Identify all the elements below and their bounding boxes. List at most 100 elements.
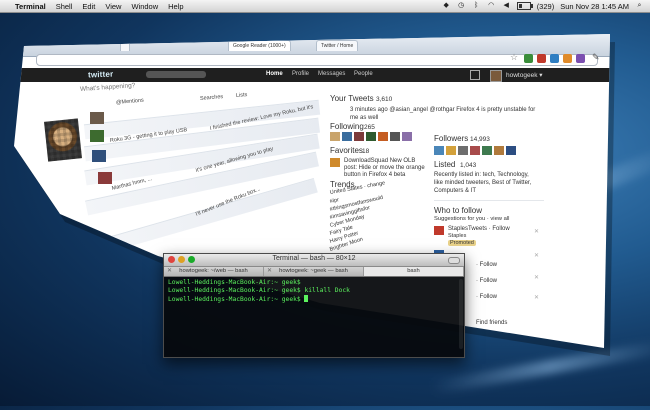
divider <box>434 200 544 201</box>
wrench-icon[interactable]: ✎ <box>592 52 600 63</box>
suggestion-name[interactable]: · Follow <box>476 278 497 284</box>
favorite-tweet[interactable]: DownloadSquad New OLB <box>344 158 415 164</box>
avatar <box>90 112 104 124</box>
toolbar-toggle-button[interactable] <box>448 257 460 264</box>
extension-icon[interactable] <box>563 54 572 63</box>
follower-avatar[interactable] <box>446 146 456 155</box>
who-to-follow-label: Who to follow <box>434 206 483 215</box>
listed-text[interactable]: Computers & IT <box>434 188 476 194</box>
terminal-line: Lowell-Heddings-MacBook-Air:~ geek$ <box>168 279 301 286</box>
nav-people[interactable]: People <box>354 71 373 77</box>
dismiss-icon[interactable]: ✕ <box>534 274 539 281</box>
timeline-tab-lists[interactable]: Lists <box>236 92 248 99</box>
follower-avatar[interactable] <box>434 146 444 155</box>
avatar <box>90 130 104 142</box>
following-avatar[interactable] <box>354 132 364 141</box>
trend-item[interactable]: #ipr <box>329 197 339 205</box>
terminal-tab-label: bash <box>407 268 420 274</box>
who-to-follow-links[interactable]: Suggestions for you · view all <box>434 216 509 222</box>
extension-icon[interactable] <box>524 54 533 63</box>
browser-tab-twitter[interactable]: Twitter / Home <box>316 40 359 51</box>
compose-icon[interactable] <box>470 70 480 80</box>
following-avatar[interactable] <box>366 132 376 141</box>
dropbox-icon[interactable]: ◆ <box>442 2 451 10</box>
avatar <box>92 150 106 162</box>
battery-icon[interactable] <box>516 2 533 10</box>
clock[interactable]: Sun Nov 28 1:45 AM <box>560 2 629 11</box>
terminal-output[interactable]: Lowell-Heddings-MacBook-Air:~ geek$ Lowe… <box>164 277 464 355</box>
followers-count[interactable]: 14,993 <box>470 136 490 143</box>
suggestion-name[interactable]: · Follow <box>476 294 497 300</box>
menu-app-name[interactable]: Terminal <box>15 2 46 11</box>
nav-home[interactable]: Home <box>266 71 283 77</box>
timeline-tab-mentions[interactable]: @Mentions <box>116 98 144 106</box>
terminal-tab[interactable]: ✕ howtogeek: ~/web — bash <box>164 267 264 276</box>
dismiss-icon[interactable]: ✕ <box>534 252 539 259</box>
nav-profile[interactable]: Profile <box>292 71 309 77</box>
close-tab-icon[interactable]: ✕ <box>267 267 272 276</box>
suggestion-name[interactable]: StaplesTweets · Follow <box>448 226 510 232</box>
bookmark-star-icon[interactable]: ☆ <box>510 52 518 63</box>
menu-bar: Terminal Shell Edit View Window Help ◆ ◷… <box>0 0 650 13</box>
suggestion-name[interactable]: · Follow <box>476 262 497 268</box>
following-count[interactable]: 265 <box>364 124 375 131</box>
extension-icon[interactable] <box>537 54 546 63</box>
close-tab-icon[interactable]: ✕ <box>167 267 172 276</box>
favorites-count[interactable]: 18 <box>362 148 369 155</box>
promoted-badge: Promoted <box>448 240 476 246</box>
twitter-logo[interactable]: twitter <box>88 70 114 80</box>
spotlight-icon[interactable]: ⌕ <box>635 2 644 10</box>
terminal-prompt: Lowell-Heddings-MacBook-Air:~ geek$ <box>168 296 301 303</box>
follower-avatar[interactable] <box>506 146 516 155</box>
twitter-search-input[interactable] <box>146 71 206 78</box>
following-label[interactable]: Following <box>330 122 364 131</box>
follower-avatar[interactable] <box>470 146 480 155</box>
terminal-tab[interactable]: ✕ howtogeek: ~geek — bash <box>264 267 364 276</box>
menu-shell[interactable]: Shell <box>56 2 73 11</box>
favorites-label[interactable]: Favorites <box>330 146 363 155</box>
terminal-tab-active[interactable]: bash <box>364 267 464 276</box>
terminal-window[interactable]: Terminal — bash — 80×12 ✕ howtogeek: ~/w… <box>163 253 465 358</box>
text-cursor <box>304 295 309 302</box>
following-avatar[interactable] <box>390 132 400 141</box>
dismiss-icon[interactable]: ✕ <box>534 294 539 301</box>
follower-avatar[interactable] <box>482 146 492 155</box>
suggestion-sub: Staples <box>448 233 467 239</box>
browser-tab[interactable] <box>120 40 130 51</box>
follower-avatar[interactable] <box>458 146 468 155</box>
extension-icon[interactable] <box>576 54 585 63</box>
your-tweets-count[interactable]: 3,610 <box>376 96 392 103</box>
terminal-scrollbar[interactable] <box>459 279 463 349</box>
follower-avatar[interactable] <box>494 146 504 155</box>
following-avatar[interactable] <box>342 132 352 141</box>
dismiss-icon[interactable]: ✕ <box>534 228 539 235</box>
battery-text[interactable]: (329) <box>537 2 555 11</box>
find-friends-link[interactable]: Find friends <box>476 320 507 326</box>
followers-label[interactable]: Followers <box>434 134 468 143</box>
timeline-tab-searches[interactable]: Searches <box>200 94 224 102</box>
menu-help[interactable]: Help <box>168 2 183 11</box>
terminal-titlebar[interactable]: Terminal — bash — 80×12 <box>164 254 464 267</box>
whats-happening-label: What's happening? <box>79 82 136 93</box>
favorite-tweet: post: Hide or move the orange <box>344 165 425 171</box>
bluetooth-icon[interactable]: ᛒ <box>472 2 481 10</box>
menu-edit[interactable]: Edit <box>82 2 95 11</box>
menu-view[interactable]: View <box>105 2 121 11</box>
terminal-line: Lowell-Heddings-MacBook-Air:~ geek$ kill… <box>168 287 350 294</box>
following-avatar[interactable] <box>402 132 412 141</box>
listed-count[interactable]: 1,043 <box>460 162 476 169</box>
terminal-tab-label: howtogeek: ~/web — bash <box>179 268 248 274</box>
nav-messages[interactable]: Messages <box>318 71 345 77</box>
your-tweets-label[interactable]: Your Tweets <box>330 94 374 103</box>
browser-tab-google-reader[interactable]: Google Reader (1000+) <box>228 40 291 51</box>
account-menu[interactable]: howtogeek ▾ <box>506 71 543 79</box>
wifi-icon[interactable]: ◠ <box>487 2 496 10</box>
menu-window[interactable]: Window <box>131 2 158 11</box>
listed-label[interactable]: Listed <box>434 160 455 169</box>
volume-icon[interactable]: ◀ <box>502 2 511 10</box>
following-avatar[interactable] <box>378 132 388 141</box>
timemachine-icon[interactable]: ◷ <box>457 2 466 10</box>
extension-icon[interactable] <box>550 54 559 63</box>
following-avatar[interactable] <box>330 132 340 141</box>
listed-text[interactable]: like minded tweeters, Best of Twitter, <box>434 180 531 186</box>
